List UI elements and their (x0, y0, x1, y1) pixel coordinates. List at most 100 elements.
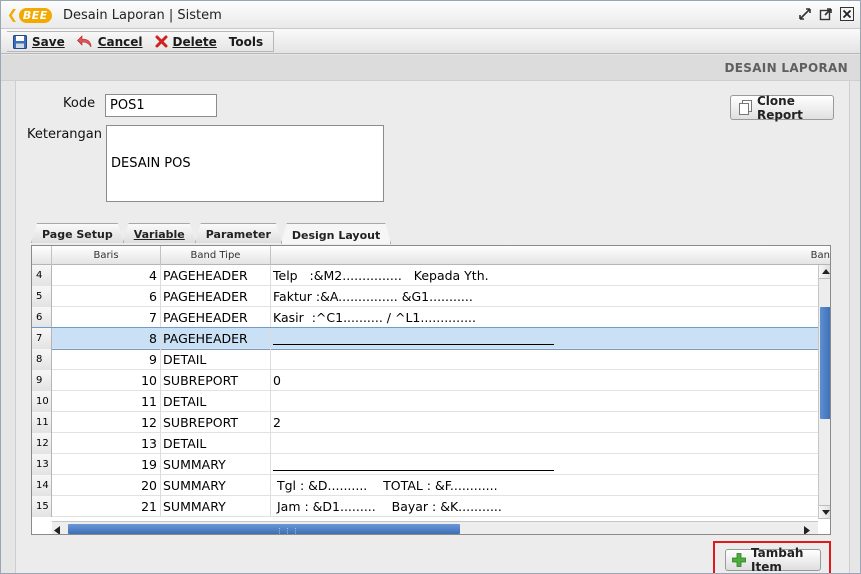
cell-band-tipe[interactable]: SUBREPORT (161, 370, 271, 391)
row-number: 15 (32, 496, 52, 517)
delete-button[interactable]: Delete (149, 31, 223, 52)
scroll-up-arrow-icon[interactable] (819, 265, 830, 279)
copy-document-icon (739, 100, 752, 115)
window-title: Desain Laporan | Sistem (63, 8, 222, 23)
vertical-scrollbar[interactable] (818, 265, 830, 519)
cell-baris[interactable]: 11 (52, 391, 161, 412)
tab-label: Variable (133, 228, 185, 241)
keterangan-label: Keterangan (27, 127, 102, 142)
maximize-icon[interactable] (817, 6, 835, 22)
cell-baris[interactable]: 21 (52, 496, 161, 517)
cell-baris[interactable]: 7 (52, 307, 161, 328)
close-icon[interactable] (838, 6, 856, 22)
row-number: 10 (32, 391, 52, 412)
cell-band[interactable] (271, 454, 818, 475)
tools-label: Tools (228, 34, 264, 49)
tab-page-setup[interactable]: Page Setup (31, 223, 124, 243)
cell-band[interactable] (271, 433, 818, 454)
page-title: DESAIN LAPORAN (724, 61, 848, 75)
scroll-left-arrow-icon[interactable] (54, 524, 60, 534)
page-header: DESAIN LAPORAN (1, 55, 860, 81)
clone-report-button[interactable]: Clone Report (730, 94, 834, 122)
row-number-header (32, 246, 52, 265)
table-row[interactable]: 15 21 SUMMARY Jam : &D1......... Bayar : &… (32, 496, 818, 517)
cell-baris[interactable]: 10 (52, 370, 161, 391)
column-header-band[interactable]: Ban (271, 246, 830, 265)
grid-header: Baris Band Tipe Ban (32, 246, 830, 265)
cell-band-tipe[interactable]: DETAIL (161, 391, 271, 412)
cancel-button[interactable]: Cancel (71, 31, 149, 52)
table-row[interactable]: 14 20 SUMMARY Tgl : &D.......... TOTAL : &… (32, 475, 818, 496)
table-row[interactable]: 4 4 PAGEHEADER Telp :&M2............... Kep… (32, 265, 818, 286)
table-row[interactable]: 9 10 SUBREPORT 0 (32, 370, 818, 391)
tab-design-layout[interactable]: Design Layout (281, 223, 391, 244)
cell-band-tipe[interactable]: SUMMARY (161, 496, 271, 517)
cell-baris[interactable]: 13 (52, 433, 161, 454)
bee-logo: ❮ BEE (7, 7, 52, 23)
separator-line (273, 344, 554, 345)
cell-band[interactable]: Kasir :^C1.......... / ^L1.............. (271, 307, 818, 328)
row-number: 4 (32, 265, 52, 286)
cell-baris[interactable]: 20 (52, 475, 161, 496)
restore-icon[interactable] (796, 6, 814, 22)
table-row[interactable]: 11 12 SUBREPORT 2 (32, 412, 818, 433)
cell-band[interactable]: Telp :&M2............... Kepada Yth. (271, 265, 818, 286)
table-row[interactable]: 8 9 DETAIL (32, 349, 818, 370)
kode-input[interactable]: POS1 (105, 94, 217, 117)
cell-band-tipe[interactable]: PAGEHEADER (161, 265, 271, 286)
cell-band-tipe[interactable]: SUMMARY (161, 454, 271, 475)
tab-parameter[interactable]: Parameter (195, 223, 282, 243)
table-row[interactable]: 13 19 SUMMARY (32, 454, 818, 475)
cell-band-tipe[interactable]: PAGEHEADER (161, 286, 271, 307)
cell-band[interactable] (271, 349, 818, 370)
cell-baris[interactable]: 9 (52, 349, 161, 370)
scroll-right-arrow-icon[interactable] (804, 524, 810, 534)
cell-band[interactable] (271, 391, 818, 412)
toolbar-group: Save Cancel Delete Tools (7, 31, 275, 52)
column-header-band-tipe[interactable]: Band Tipe (161, 246, 271, 265)
add-item-highlight: Tambah Item (713, 541, 831, 573)
cell-band-tipe[interactable]: DETAIL (161, 433, 271, 454)
cell-band[interactable]: 0 (271, 370, 818, 391)
cell-band[interactable]: Jam : &D1......... Bayar : &K........... (271, 496, 818, 517)
table-row[interactable]: 10 11 DETAIL (32, 391, 818, 412)
cell-baris[interactable]: 12 (52, 412, 161, 433)
tab-variable[interactable]: Variable (123, 223, 196, 243)
row-number: 11 (32, 412, 52, 433)
cell-band-tipe[interactable]: SUBREPORT (161, 412, 271, 433)
cell-band-tipe[interactable]: DETAIL (161, 349, 271, 370)
cell-band[interactable]: Tgl : &D.......... TOTAL : &F...........… (271, 475, 818, 496)
scroll-down-arrow-icon[interactable] (819, 505, 830, 519)
report-design-window: ❮ BEE Desain Laporan | Sistem Save Cance… (0, 0, 861, 574)
tambah-item-button[interactable]: Tambah Item (725, 546, 821, 573)
cell-band[interactable]: Faktur :&A............... &G1........... (271, 286, 818, 307)
table-row[interactable]: 7 8 PAGEHEADER (32, 327, 819, 350)
cancel-label: Cancel (97, 34, 143, 49)
cell-baris[interactable]: 19 (52, 454, 161, 475)
cell-baris[interactable]: 6 (52, 286, 161, 307)
cell-baris[interactable]: 4 (52, 265, 161, 286)
delete-label: Delete (172, 34, 217, 49)
table-row[interactable]: 6 7 PAGEHEADER Kasir :^C1.......... / ^L1..… (32, 307, 818, 328)
keterangan-textarea[interactable]: DESAIN POS (106, 125, 384, 202)
row-number: 14 (32, 475, 52, 496)
column-header-baris[interactable]: Baris (52, 246, 161, 265)
cell-band-tipe[interactable]: SUMMARY (161, 475, 271, 496)
plus-icon (732, 553, 746, 567)
cell-band[interactable] (271, 328, 818, 349)
cell-baris[interactable]: 8 (52, 328, 161, 349)
horizontal-scrollbar[interactable]: ⋮⋮⋮ (52, 521, 818, 534)
save-button[interactable]: Save (7, 31, 71, 52)
cell-band-tipe[interactable]: PAGEHEADER (161, 307, 271, 328)
horizontal-scroll-thumb[interactable]: ⋮⋮⋮ (68, 524, 460, 534)
vertical-scroll-thumb[interactable] (820, 307, 830, 419)
cell-band[interactable]: 2 (271, 412, 818, 433)
tools-menu-button[interactable]: Tools (223, 31, 269, 52)
logo-text: BEE (18, 7, 52, 23)
cell-band-tipe[interactable]: PAGEHEADER (161, 328, 271, 349)
table-row[interactable]: 12 13 DETAIL (32, 433, 818, 454)
table-row[interactable]: 5 6 PAGEHEADER Faktur :&A............... &G… (32, 286, 818, 307)
row-number: 13 (32, 454, 52, 475)
tab-label: Parameter (205, 228, 271, 241)
save-label: Save (32, 34, 65, 49)
